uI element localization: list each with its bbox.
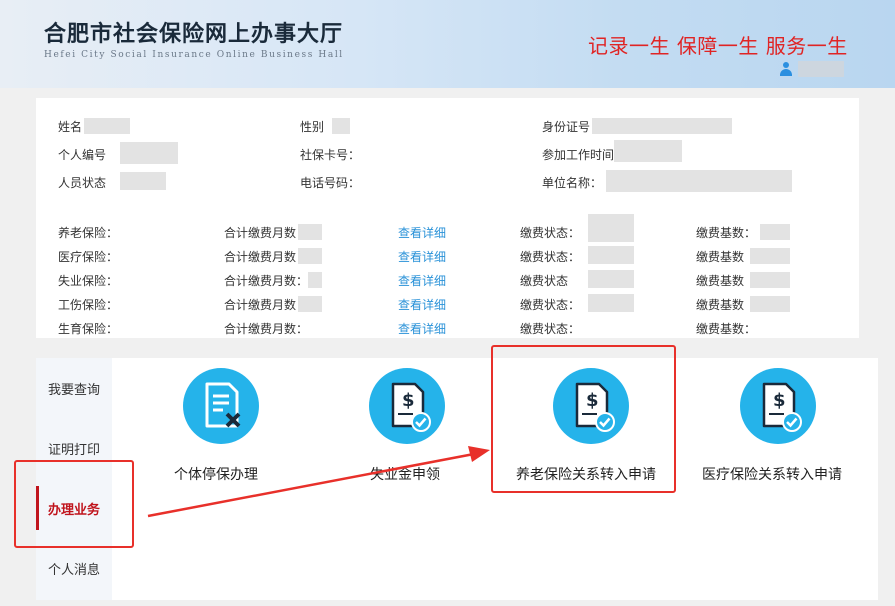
months-label: 合计缴费月数 [224,250,297,264]
insurance-type: 养老保险： [58,226,119,240]
view-detail-link[interactable]: 查看详细 [398,296,446,313]
months-value-redacted [298,224,322,240]
business-area: 我要查询 证明打印 办理业务 个人消息 个体停保办理 $ 失业金申领 $ 养老保… [36,358,878,600]
person-status-value-redacted [120,172,166,190]
status-value-redacted [588,270,634,288]
insurance-type: 工伤保险： [58,298,119,312]
sidebar-item-query[interactable]: 我要查询 [36,358,112,418]
status-value-redacted [588,246,634,264]
status-value-redacted [588,294,634,312]
base-value-redacted [750,272,790,288]
base-value-redacted [760,224,790,240]
view-detail-link[interactable]: 查看详细 [398,248,446,265]
svg-text:$: $ [402,390,415,411]
base-label: 缴费基数 [696,274,745,288]
site-title: 合肥市社会保险网上办事大厅 [44,21,344,47]
base-label: 缴费基数： [696,322,757,336]
service-label: 个体停保办理 [174,467,258,483]
status-value-redacted [588,214,634,242]
gender-value-redacted [332,118,350,134]
months-value-redacted [298,248,322,264]
id-number-value-redacted [592,118,732,134]
service-label: 医疗保险关系转入申请 [702,467,842,483]
dollar-document-check-icon: $ [369,368,445,444]
name-label: 姓名 [58,120,83,134]
dollar-document-check-icon: $ [740,368,816,444]
insurance-type: 生育保险： [58,322,119,336]
status-label: 缴费状态： [520,298,581,312]
gender-label: 性别 [300,120,325,134]
service-label: 失业金申领 [370,467,440,483]
slogan: 记录一生 保障一生 服务一生 [588,34,848,58]
personal-number-value-redacted [120,142,178,164]
personal-number-label: 个人编号 [58,148,107,162]
service-medical-transfer-in[interactable]: $ 医疗保险关系转入申请 [696,368,872,483]
user-name-redacted [798,61,844,77]
svg-text:$: $ [773,390,786,411]
id-number-label: 身份证号 [542,120,591,134]
user-menu[interactable] [780,60,844,78]
months-label: 合计缴费月数： [224,274,309,288]
highlight-box-sidebar [14,460,134,548]
work-start-value-redacted [614,140,682,162]
months-label: 合计缴费月数 [224,298,297,312]
months-value-redacted [298,296,322,312]
personal-info-panel: 姓名 性别 身份证号 个人编号 社保卡号： 参加工作时间 人员状态 电话号码： … [36,98,859,338]
insurance-type: 医疗保险： [58,250,119,264]
work-start-label: 参加工作时间 [542,148,615,162]
highlight-box-service [491,345,676,493]
status-label: 缴费状态： [520,322,581,336]
phone-label: 电话号码： [300,176,361,190]
status-label: 缴费状态 [520,274,569,288]
months-label: 合计缴费月数： [224,322,309,336]
service-unemployment-benefit[interactable]: $ 失业金申领 [356,368,476,483]
person-status-label: 人员状态 [58,176,107,190]
base-value-redacted [750,296,790,312]
service-stop-insurance[interactable]: 个体停保办理 [166,368,276,483]
view-detail-link[interactable]: 查看详细 [398,224,446,241]
employer-value-redacted [606,170,792,192]
base-label: 缴费基数： [696,226,757,240]
months-label: 合计缴费月数 [224,226,297,240]
site-header: 合肥市社会保险网上办事大厅 Hefei City Social Insuranc… [0,0,895,88]
months-value-redacted [308,272,322,288]
base-value-redacted [750,248,790,264]
document-x-icon [183,368,259,444]
name-value-redacted [84,118,130,134]
employer-label: 单位名称： [542,176,603,190]
status-label: 缴费状态： [520,250,581,264]
base-label: 缴费基数 [696,250,745,264]
user-icon [780,62,792,76]
view-detail-link[interactable]: 查看详细 [398,272,446,289]
card-number-label: 社保卡号： [300,148,361,162]
site-subtitle: Hefei City Social Insurance Online Busin… [44,50,344,60]
base-label: 缴费基数 [696,298,745,312]
status-label: 缴费状态： [520,226,581,240]
view-detail-link[interactable]: 查看详细 [398,320,446,337]
insurance-type: 失业保险： [58,274,119,288]
